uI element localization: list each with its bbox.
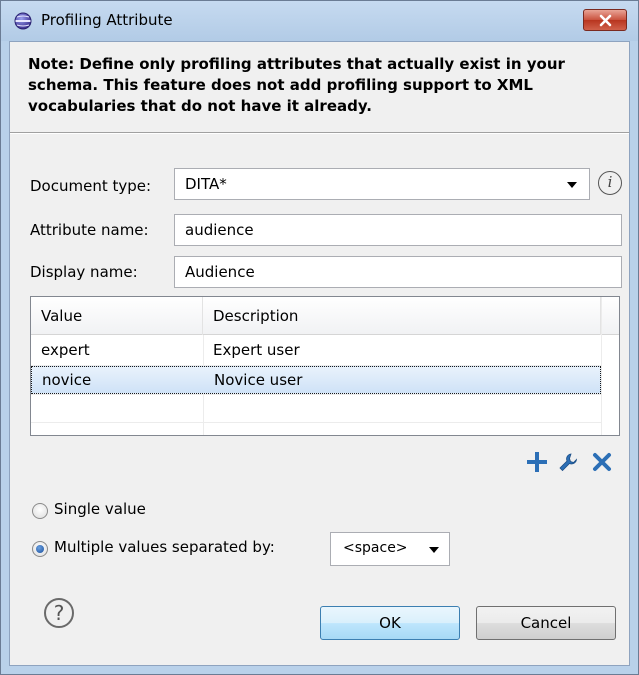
attribute-name-label: Attribute name: [30, 221, 149, 239]
display-name-input[interactable]: Audience [174, 256, 622, 288]
app-icon [14, 12, 32, 30]
document-type-combo[interactable]: DITA* [174, 168, 590, 200]
cell-description: Expert user [213, 341, 300, 359]
plus-icon[interactable] [525, 450, 549, 474]
table-header: Value Description [31, 297, 619, 335]
note-text: Note: Define only profiling attributes t… [28, 55, 565, 115]
column-header-value[interactable]: Value [31, 297, 203, 335]
table-row[interactable]: expert Expert user [31, 337, 601, 365]
values-table[interactable]: Value Description expert Expert user nov… [30, 296, 620, 436]
attribute-name-value: audience [185, 221, 254, 239]
delete-icon[interactable] [590, 450, 614, 474]
attribute-name-input[interactable]: audience [174, 214, 622, 246]
multiple-values-label[interactable]: Multiple values separated by: [54, 538, 275, 556]
document-type-value: DITA* [185, 175, 227, 193]
display-name-value: Audience [185, 263, 255, 281]
cancel-button[interactable]: Cancel [476, 606, 616, 640]
wrench-icon[interactable] [556, 450, 580, 474]
separator-highlight [10, 133, 629, 134]
close-button[interactable] [583, 9, 627, 31]
multiple-values-radio[interactable] [32, 541, 48, 557]
display-name-label: Display name: [30, 263, 138, 281]
column-divider [601, 297, 602, 435]
separator-value: <space> [343, 540, 408, 556]
help-icon[interactable]: ? [44, 598, 74, 628]
row-divider [31, 422, 601, 423]
single-value-radio[interactable] [32, 503, 48, 519]
dialog-window: Profiling Attribute Note: Define only pr… [0, 0, 639, 675]
separator-select[interactable]: <space> [330, 532, 450, 566]
chevron-down-icon[interactable] [429, 547, 439, 553]
info-icon[interactable]: i [598, 171, 622, 195]
title-bar[interactable]: Profiling Attribute [1, 1, 638, 41]
chevron-down-icon[interactable] [567, 182, 577, 188]
window-title: Profiling Attribute [41, 11, 173, 29]
table-row-selected[interactable]: novice Novice user [31, 366, 601, 394]
dialog-content: Note: Define only profiling attributes t… [9, 41, 630, 666]
cell-description: Novice user [214, 371, 303, 389]
column-header-description[interactable]: Description [203, 297, 601, 335]
ok-button[interactable]: OK [320, 606, 460, 640]
single-value-label[interactable]: Single value [54, 500, 146, 518]
close-icon [599, 14, 612, 27]
row-divider [31, 394, 601, 395]
document-type-label: Document type: [30, 177, 152, 195]
cell-value: novice [42, 371, 92, 389]
cell-value: expert [41, 341, 90, 359]
